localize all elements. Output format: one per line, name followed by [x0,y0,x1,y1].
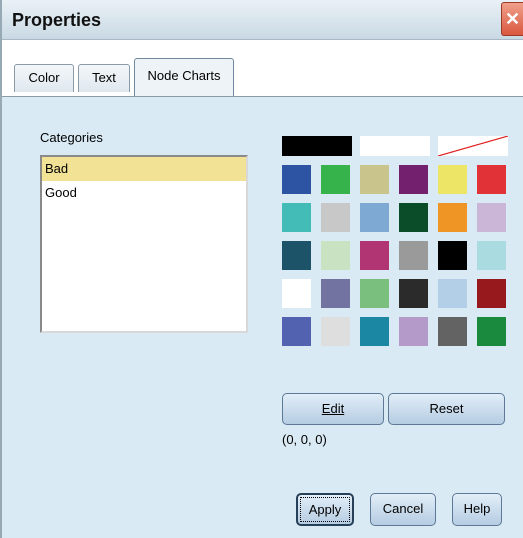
help-button-label: Help [463,501,491,516]
apply-button[interactable]: Apply [296,493,354,526]
swatch-r1c6[interactable] [477,165,506,194]
tab-text[interactable]: Text [78,64,130,92]
rgb-value: (0, 0, 0) [282,432,327,447]
swatch-r3c5[interactable] [438,241,467,270]
swatch-r1c4[interactable] [399,165,428,194]
swatch-r5c1[interactable] [282,317,311,346]
properties-dialog: Properties ✕ Color Text Node Charts Cate… [0,0,523,538]
swatch-r1c2[interactable] [321,165,350,194]
reset-button-label: Reset [429,401,464,416]
title-bar: Properties ✕ [2,0,523,40]
swatch-r4c1[interactable] [282,279,311,308]
edit-button[interactable]: Edit [282,393,384,425]
categories-list[interactable]: Bad Good [40,155,248,333]
tab-color[interactable]: Color [14,64,74,92]
swatch-r4c2[interactable] [321,279,350,308]
swatch-r3c2[interactable] [321,241,350,270]
swatch-r5c2[interactable] [321,317,350,346]
swatch-r3c1[interactable] [282,241,311,270]
swatch-r3c4[interactable] [399,241,428,270]
category-good[interactable]: Good [42,181,246,205]
reset-button[interactable]: Reset [388,393,505,425]
swatch-r5c4[interactable] [399,317,428,346]
swatch-white-wide[interactable] [360,136,430,156]
dialog-title: Properties [12,10,102,30]
swatch-r2c5[interactable] [438,203,467,232]
swatch-r3c3[interactable] [360,241,389,270]
tab-node-charts[interactable]: Node Charts [134,58,234,96]
tab-divider [2,96,523,97]
swatch-r2c2[interactable] [321,203,350,232]
swatch-r5c5[interactable] [438,317,467,346]
swatch-r1c3[interactable] [360,165,389,194]
swatch-r2c3[interactable] [360,203,389,232]
swatch-r1c5[interactable] [438,165,467,194]
cancel-button-label: Cancel [382,501,424,516]
swatch-r2c1[interactable] [282,203,311,232]
swatch-r1c1[interactable] [282,165,311,194]
swatch-r4c4[interactable] [399,279,428,308]
close-button[interactable]: ✕ [501,2,523,36]
swatch-r3c6[interactable] [477,241,506,270]
swatch-black-wide[interactable] [282,136,352,156]
color-palette [282,130,514,360]
swatch-r2c4[interactable] [399,203,428,232]
category-bad[interactable]: Bad [42,157,246,181]
swatch-none[interactable] [438,136,508,156]
help-button[interactable]: Help [452,493,502,526]
swatch-r5c3[interactable] [360,317,389,346]
cancel-button[interactable]: Cancel [370,493,436,526]
swatch-r4c3[interactable] [360,279,389,308]
swatch-r5c6[interactable] [477,317,506,346]
categories-label: Categories [40,130,103,145]
swatch-r4c5[interactable] [438,279,467,308]
edit-button-label: Edit [321,401,345,416]
swatch-r4c6[interactable] [477,279,506,308]
apply-button-label: Apply [308,502,342,517]
swatch-r2c6[interactable] [477,203,506,232]
